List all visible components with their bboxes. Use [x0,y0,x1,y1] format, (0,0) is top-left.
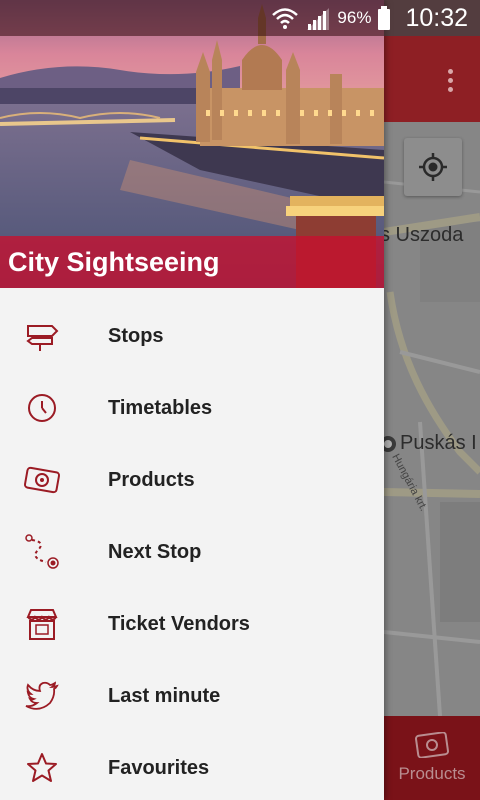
menu-item-next-stop[interactable]: Next Stop [0,516,384,588]
ticket-icon [415,732,449,758]
menu-item-timetables[interactable]: Timetables [0,372,384,444]
star-icon [22,750,62,786]
menu-item-favourites[interactable]: Favourites [0,732,384,800]
clock-time: 10:32 [405,3,468,32]
status-icons: 96% 10:32 [271,0,468,36]
overflow-menu-icon[interactable] [438,64,462,96]
storefront-icon [22,606,62,642]
drawer-header-image: City Sightseeing [0,0,384,288]
signal-icon [307,8,330,30]
map-label-puskas: Puskás I [400,432,477,454]
my-location-button[interactable] [404,138,462,196]
menu-item-stops[interactable]: Stops [0,300,384,372]
drawer-app-title: City Sightseeing [8,246,220,277]
menu-item-label: Timetables [108,396,213,419]
crosshair-icon [419,153,447,181]
battery-percent: 96% [337,8,372,27]
bottom-tab-label: Products [398,764,466,783]
menu-item-label: Products [108,468,195,491]
clock-icon [22,390,62,426]
map-label-uszoda: s Uszoda [380,224,464,246]
menu-item-label: Stops [108,324,164,347]
menu-item-products[interactable]: Products [0,444,384,516]
drawer-menu: Stops Timetables Products Next Stop Tick… [0,300,384,800]
navigation-drawer: City Sightseeing Stops Timetables Produc… [0,0,384,800]
menu-item-label: Next Stop [108,540,202,563]
signpost-icon [22,318,62,354]
menu-item-ticket-vendors[interactable]: Ticket Vendors [0,588,384,660]
twitter-bird-icon [22,678,62,714]
battery-icon [378,6,391,30]
map-poi-puskas[interactable]: Puskás I [380,432,477,455]
status-bar: 96% 10:32 [0,0,480,36]
menu-item-label: Last minute [108,684,221,707]
route-icon [22,534,62,570]
menu-item-label: Favourites [108,756,210,779]
menu-item-last-minute[interactable]: Last minute [0,660,384,732]
drawer-title-band: City Sightseeing [0,236,384,288]
ticket-icon [22,462,62,498]
wifi-icon [272,8,299,29]
bottom-tab-products[interactable]: Products [384,716,480,800]
menu-item-label: Ticket Vendors [108,612,250,635]
